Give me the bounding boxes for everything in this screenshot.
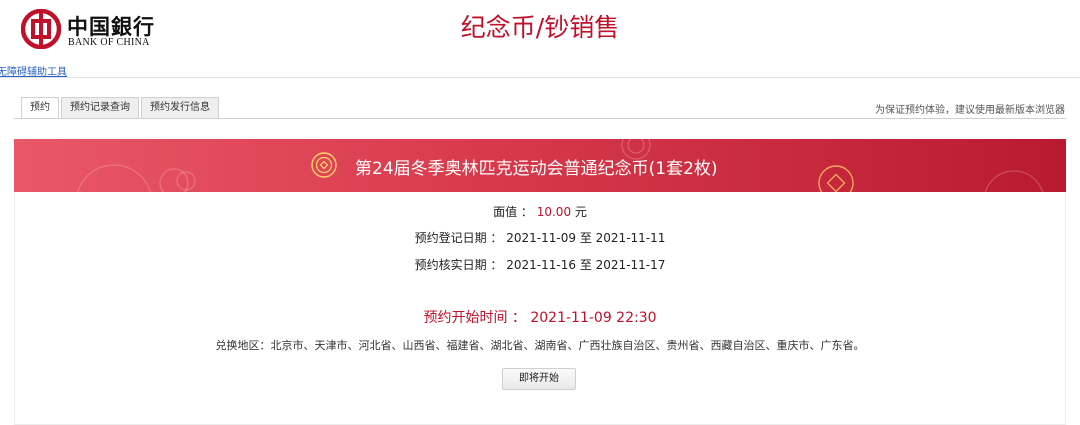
- page-title: 纪念币/钞销售: [460, 13, 620, 42]
- verification-start-date: 2021-11-16: [506, 258, 576, 272]
- accessibility-tools-link[interactable]: 无障碍辅助工具: [0, 63, 67, 78]
- tab-reserve[interactable]: 预约: [21, 97, 59, 119]
- verification-end-date: 2021-11-17: [595, 258, 666, 272]
- registration-date-label: 预约登记日期 ：: [414, 231, 503, 245]
- face-value-unit: 元: [574, 205, 587, 219]
- registration-end-date: 2021-11-11: [595, 231, 666, 245]
- exchange-regions: 兑换地区：北京市、天津市、河北省、山西省、福建省、湖北省、湖南省、广西壮族自治区…: [215, 339, 865, 352]
- reservation-start-label: 预约开始时间 ：: [423, 310, 526, 326]
- tab-bar-divider: [14, 118, 1066, 119]
- header-divider: [0, 77, 1080, 78]
- tab-reservation-records[interactable]: 预约记录查询: [61, 97, 139, 119]
- registration-date-separator: 至: [579, 231, 592, 245]
- face-value-row: 面值 ： 10.00 元: [14, 203, 1066, 220]
- reservation-start-time: 2021-11-09 22:30: [530, 310, 657, 326]
- browser-tip: 为保证预约体验，建议使用最新版本浏览器: [875, 105, 1065, 116]
- tab-bar: 预约 预约记录查询 预约发行信息: [21, 97, 221, 119]
- coming-soon-button[interactable]: 即将开始: [502, 368, 576, 390]
- reservation-start-row: 预约开始时间 ： 2021-11-09 22:30: [14, 307, 1066, 327]
- product-title: 第24届冬季奥林匹克运动会普通纪念币(1套2枚): [355, 159, 718, 179]
- tab-issue-info[interactable]: 预约发行信息: [141, 97, 219, 119]
- face-value-label: 面值 ：: [493, 205, 533, 219]
- site-header: 中国銀行 BANK OF CHINA 纪念币/钞销售: [0, 0, 1080, 64]
- registration-start-date: 2021-11-09: [506, 231, 576, 245]
- face-value: 10.00: [536, 205, 572, 219]
- verification-date-row: 预约核实日期 ： 2021-11-16 至 2021-11-17: [14, 256, 1066, 273]
- registration-date-row: 预约登记日期 ： 2021-11-09 至 2021-11-11: [14, 229, 1066, 246]
- verification-date-label: 预约核实日期 ：: [414, 258, 503, 272]
- coin-icon: [311, 152, 337, 178]
- verification-date-separator: 至: [579, 258, 592, 272]
